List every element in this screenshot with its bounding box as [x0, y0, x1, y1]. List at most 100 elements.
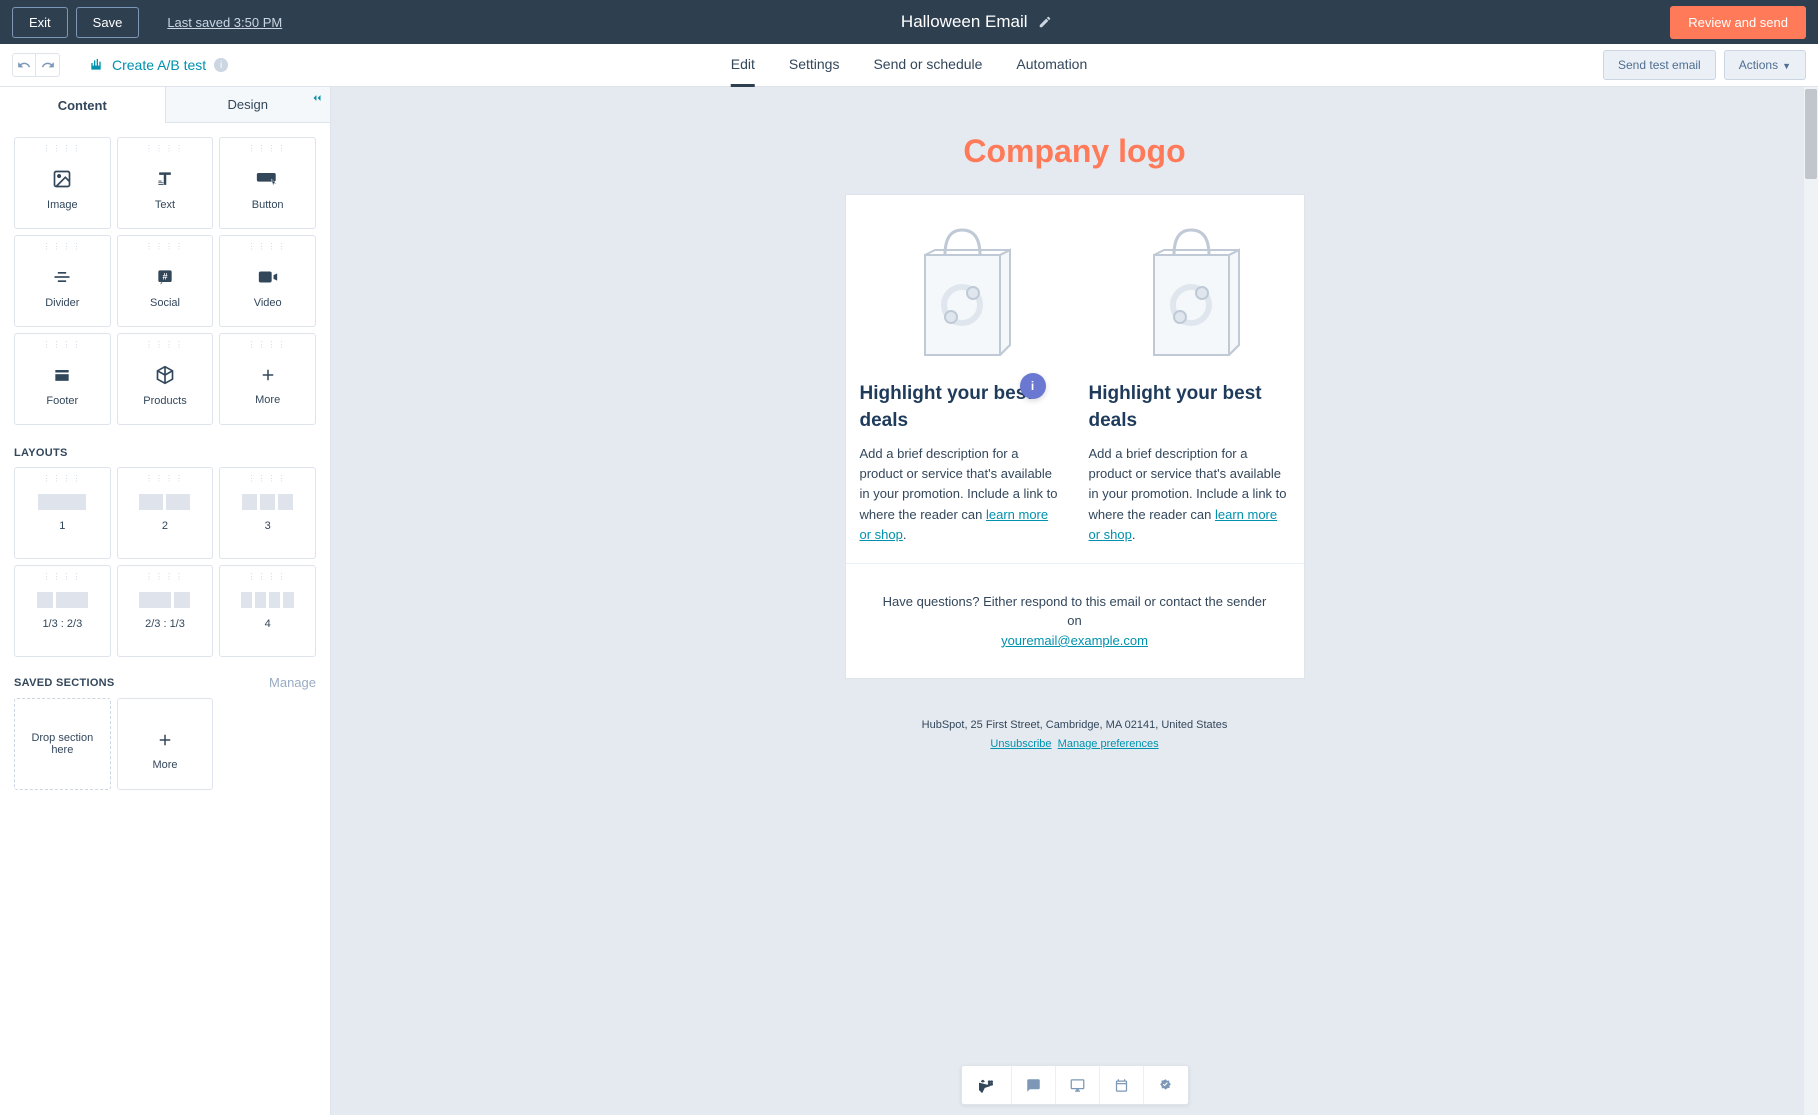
saved-sections-grid: Drop section here More — [0, 698, 330, 804]
module-text[interactable]: ⋮⋮⋮⋮ Text — [117, 137, 214, 229]
layout-label: 3 — [265, 520, 271, 532]
module-products[interactable]: ⋮⋮⋮⋮ Products — [117, 333, 214, 425]
page-title: Halloween Email — [901, 12, 1028, 32]
tab-send-schedule[interactable]: Send or schedule — [873, 44, 982, 86]
drag-handle-icon: ⋮⋮⋮⋮ — [42, 340, 82, 349]
edit-title-icon[interactable] — [1038, 15, 1052, 29]
module-label: Divider — [45, 297, 79, 309]
divider-icon — [52, 267, 72, 287]
layout-label: 2 — [162, 520, 168, 532]
module-video[interactable]: ⋮⋮⋮⋮ Video — [219, 235, 316, 327]
actions-label: Actions — [1739, 58, 1778, 72]
module-label: Footer — [46, 395, 78, 407]
module-label: Products — [143, 395, 186, 407]
module-image[interactable]: ⋮⋮⋮⋮ Image — [14, 137, 111, 229]
two-column-row: Highlight your best deals Add a brief de… — [846, 195, 1304, 564]
layout-1-col[interactable]: ⋮⋮⋮⋮ 1 — [14, 467, 111, 559]
send-test-email-button[interactable]: Send test email — [1603, 50, 1716, 80]
text-icon — [155, 169, 175, 189]
drop-section-zone[interactable]: Drop section here — [14, 698, 111, 790]
drag-handle-icon: ⋮⋮⋮⋮ — [248, 474, 288, 483]
module-label: Video — [254, 297, 282, 309]
drag-handle-icon: ⋮⋮⋮⋮ — [145, 474, 185, 483]
product-image-placeholder[interactable] — [860, 213, 1061, 367]
desktop-icon[interactable] — [1056, 1066, 1100, 1104]
manage-preferences-link[interactable]: Manage preferences — [1058, 738, 1159, 750]
scrollbar-thumb[interactable] — [1805, 89, 1817, 179]
contact-email-link[interactable]: youremail@example.com — [1001, 633, 1148, 648]
layout-label: 4 — [265, 618, 271, 630]
module-label: Image — [47, 199, 78, 211]
svg-text:#: # — [162, 272, 167, 282]
module-button[interactable]: ⋮⋮⋮⋮ Button — [219, 137, 316, 229]
layout-2-3-1-3[interactable]: ⋮⋮⋮⋮ 2/3 : 1/3 — [117, 565, 214, 657]
manage-link[interactable]: Manage — [269, 675, 316, 690]
tab-edit[interactable]: Edit — [731, 44, 755, 87]
main-area: Content Design ⋮⋮⋮⋮ Image ⋮⋮⋮⋮ Text ⋮⋮⋮⋮… — [0, 87, 1818, 1115]
period: . — [903, 527, 907, 542]
layout-1-3-2-3[interactable]: ⋮⋮⋮⋮ 1/3 : 2/3 — [14, 565, 111, 657]
layout-4-col[interactable]: ⋮⋮⋮⋮ 4 — [219, 565, 316, 657]
questions-row[interactable]: Have questions? Either respond to this e… — [846, 564, 1304, 679]
drag-handle-icon: ⋮⋮⋮⋮ — [248, 144, 288, 153]
layout-label: 2/3 : 1/3 — [145, 618, 185, 630]
module-label: More — [152, 759, 177, 771]
info-tooltip-icon[interactable]: i — [1020, 373, 1046, 399]
questions-text: Have questions? Either respond to this e… — [883, 594, 1267, 629]
email-footer[interactable]: HubSpot, 25 First Street, Cambridge, MA … — [922, 717, 1228, 812]
unsubscribe-link[interactable]: Unsubscribe — [990, 738, 1051, 750]
drag-handle-icon: ⋮⋮⋮⋮ — [145, 242, 185, 251]
layouts-heading: LAYOUTS — [0, 439, 330, 467]
video-icon — [257, 267, 279, 287]
drag-handle-icon: ⋮⋮⋮⋮ — [248, 340, 288, 349]
save-button[interactable]: Save — [76, 7, 140, 38]
exit-button[interactable]: Exit — [12, 7, 68, 38]
undo-redo-group — [12, 53, 60, 77]
email-body: Highlight your best deals Add a brief de… — [845, 194, 1305, 679]
layout-2-col[interactable]: ⋮⋮⋮⋮ 2 — [117, 467, 214, 559]
social-icon: # — [155, 267, 175, 287]
drag-handle-icon: ⋮⋮⋮⋮ — [42, 572, 82, 581]
secondary-bar: Create A/B test i Edit Settings Send or … — [0, 44, 1818, 87]
collapse-sidebar-icon[interactable] — [310, 91, 324, 105]
company-logo[interactable]: Company logo — [963, 133, 1185, 170]
products-icon — [155, 365, 175, 385]
layouts-grid: ⋮⋮⋮⋮ 1 ⋮⋮⋮⋮ 2 ⋮⋮⋮⋮ 3 ⋮⋮⋮⋮ 1/3 : 2/3 ⋮⋮⋮⋮ — [0, 467, 330, 667]
drag-handle-icon: ⋮⋮⋮⋮ — [42, 242, 82, 251]
tab-settings[interactable]: Settings — [789, 44, 840, 86]
tab-automation[interactable]: Automation — [1016, 44, 1087, 86]
chevron-down-icon: ▼ — [1782, 61, 1791, 71]
drag-mode-icon[interactable] — [962, 1066, 1012, 1104]
review-send-button[interactable]: Review and send — [1670, 6, 1806, 39]
column-text[interactable]: Add a brief description for a product or… — [1089, 444, 1290, 545]
modules-grid: ⋮⋮⋮⋮ Image ⋮⋮⋮⋮ Text ⋮⋮⋮⋮ Button ⋮⋮⋮⋮ Di… — [0, 123, 330, 439]
product-image-placeholder[interactable] — [1089, 213, 1290, 367]
actions-dropdown[interactable]: Actions ▼ — [1724, 50, 1806, 80]
drag-handle-icon: ⋮⋮⋮⋮ — [145, 572, 185, 581]
create-ab-test-link[interactable]: Create A/B test i — [88, 57, 228, 73]
module-social[interactable]: ⋮⋮⋮⋮ # Social — [117, 235, 214, 327]
check-badge-icon[interactable] — [1144, 1066, 1188, 1104]
column-2[interactable]: Highlight your best deals Add a brief de… — [1075, 195, 1304, 563]
saved-more[interactable]: More — [117, 698, 214, 790]
drag-handle-icon: ⋮⋮⋮⋮ — [248, 572, 288, 581]
undo-button[interactable] — [12, 53, 36, 77]
drag-handle-icon: ⋮⋮⋮⋮ — [145, 144, 185, 153]
module-footer[interactable]: ⋮⋮⋮⋮ Footer — [14, 333, 111, 425]
comment-icon[interactable] — [1012, 1066, 1056, 1104]
column-text[interactable]: Add a brief description for a product or… — [860, 444, 1061, 545]
sidebar-tab-design[interactable]: Design — [165, 87, 331, 123]
module-divider[interactable]: ⋮⋮⋮⋮ Divider — [14, 235, 111, 327]
layout-3-col[interactable]: ⋮⋮⋮⋮ 3 — [219, 467, 316, 559]
column-title[interactable]: Highlight your best deals — [1089, 381, 1290, 434]
last-saved-link[interactable]: Last saved 3:50 PM — [167, 15, 282, 30]
module-more[interactable]: ⋮⋮⋮⋮ More — [219, 333, 316, 425]
redo-button[interactable] — [36, 53, 60, 77]
saved-sections-heading: SAVED SECTIONS — [14, 677, 115, 689]
scrollbar[interactable] — [1804, 87, 1818, 1115]
info-icon[interactable]: i — [214, 58, 228, 72]
sidebar-tab-content[interactable]: Content — [0, 87, 165, 123]
layout-label: 1/3 : 2/3 — [42, 618, 82, 630]
sidebar-tabs: Content Design — [0, 87, 330, 123]
calendar-icon[interactable] — [1100, 1066, 1144, 1104]
